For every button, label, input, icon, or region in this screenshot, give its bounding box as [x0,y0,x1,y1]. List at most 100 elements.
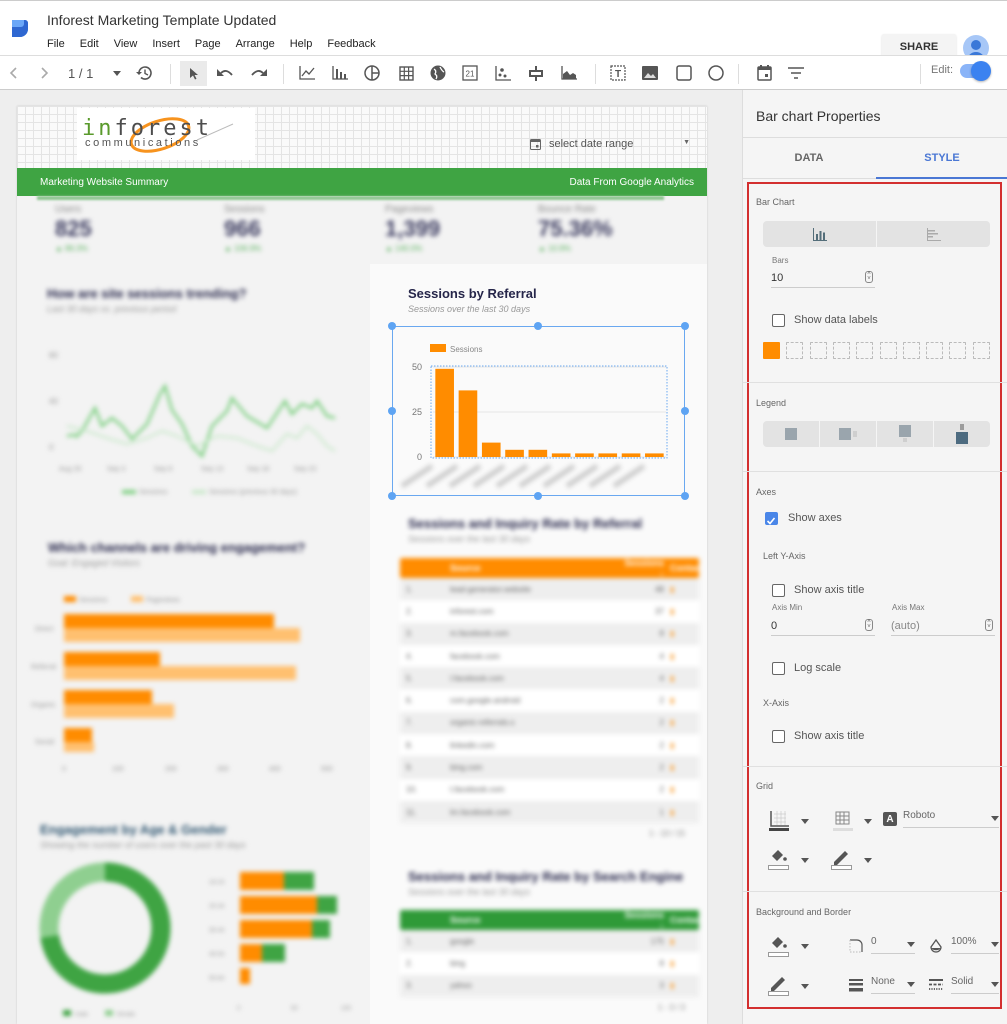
date-range-icon[interactable] [754,62,774,84]
table-row[interactable]: 5. l.facebook.com 4 ▮ [400,667,699,690]
series-color-swatch[interactable] [902,342,920,359]
series-color-swatch[interactable] [856,342,874,359]
series-color-swatch[interactable] [926,342,944,359]
stepper-icon[interactable]: ˄ ˅ [865,271,873,283]
legend-bottom-option[interactable] [877,421,934,447]
search-engine-table[interactable]: Source Sessions ↓ Contact 1. google 175 ▮ 2.… [400,910,704,1017]
axis-color-icon[interactable] [768,810,790,832]
background-fill-icon[interactable] [768,935,790,957]
resize-handle-n[interactable] [534,322,542,330]
show-axes-checkbox[interactable] [765,512,778,525]
font-family-dropdown[interactable]: Roboto [903,810,999,828]
column-header[interactable]: Sessions ↓ [620,910,670,930]
menu-edit[interactable]: Edit [80,38,99,50]
table-row[interactable]: 10. t.facebook.com 2 ▮ [400,778,699,801]
table-row[interactable]: 3. yahoo 3 ▮ [400,974,699,997]
referral-table[interactable]: Source Sessions ↓ Contact 1. lead-generat… [400,558,704,843]
circle-icon[interactable] [706,62,726,84]
horizontal-bars-option[interactable] [877,221,990,247]
axis-max-input[interactable]: (auto) ˄ ˅ [891,616,995,636]
resize-handle-se[interactable] [681,492,689,500]
resize-handle-sw[interactable] [388,492,396,500]
table-row[interactable]: 11. lm.facebook.com 1 ▮ [400,800,699,824]
menu-view[interactable]: View [114,38,138,50]
fill-color-icon[interactable] [768,848,790,870]
chevron-down-icon[interactable] [864,858,872,863]
page-indicator[interactable]: 1 / 1 [68,66,93,81]
table-pager[interactable]: 1 - 10 / 15 [400,823,699,843]
table-row[interactable]: 8. linkedin.com 2 ▮ [400,734,699,757]
menu-help[interactable]: Help [290,38,313,50]
chevron-down-icon[interactable] [801,944,809,949]
chevron-down-icon[interactable] [801,858,809,863]
series-color-swatch[interactable] [763,342,780,359]
chevron-down-icon[interactable] [801,984,809,989]
bars-count-input[interactable]: 10 ˄ ˅ [771,268,875,288]
age-bar-chart[interactable]: 18-24 25-34 35-44 45-54 55-64 0 50 100 [207,870,372,1020]
menu-file[interactable]: File [47,38,65,50]
scatter-chart-icon[interactable] [493,62,513,84]
log-scale-checkbox[interactable] [772,662,785,675]
column-header[interactable]: Source [450,915,620,925]
gender-donut-chart[interactable]: male female [35,858,175,1018]
show-data-labels-checkbox[interactable] [772,314,785,327]
kpi-bounce-rate[interactable]: Bounce Rate 75.36% ▲ 10.9% [538,204,668,264]
kpi-sessions[interactable]: Sessions 966 ▲ 106.9% [224,204,354,264]
series-color-swatch[interactable] [949,342,967,359]
legend-right-option[interactable] [820,421,877,447]
menu-insert[interactable]: Insert [152,38,180,50]
series-color-swatch[interactable] [809,342,827,359]
date-range-control[interactable]: select date range ▼ [530,135,690,153]
scorecard-icon[interactable]: 21 [460,62,480,84]
legend-none-option[interactable] [763,421,820,447]
page-dropdown-icon[interactable] [111,62,123,84]
redo-icon[interactable] [248,62,270,84]
chevron-down-icon[interactable] [864,819,872,824]
table-row[interactable]: 6. com.google.android 2 ▮ [400,689,699,712]
summary-banner[interactable]: Marketing Website Summary Data From Goog… [17,168,707,196]
series-color-swatch[interactable] [786,342,804,359]
stepper-icon[interactable]: ˄ ˅ [865,619,873,631]
table-row[interactable]: 1. lead-generator.website 48 ▮ [400,578,699,601]
table-row[interactable]: 9. bing.com 2 ▮ [400,756,699,779]
border-weight-dropdown[interactable]: None [871,976,915,994]
table-icon[interactable] [396,62,416,84]
series-color-swatch[interactable] [832,342,850,359]
axis-min-input[interactable]: 0 ˄ ˅ [771,616,875,636]
resize-handle-nw[interactable] [388,322,396,330]
bullet-chart-icon[interactable] [526,62,546,84]
column-header[interactable]: Source [450,563,620,573]
border-style-dropdown[interactable]: Solid [951,976,999,994]
table-row[interactable]: 2. bing 8 ▮ [400,952,699,975]
table-row[interactable]: 3. m.facebook.com 8 ▮ [400,622,699,645]
time-series-icon[interactable] [297,62,317,84]
undo-icon[interactable] [214,62,236,84]
back-icon[interactable] [6,62,22,84]
document-title[interactable]: Inforest Marketing Template Updated [47,12,276,28]
line-color-icon[interactable] [831,848,853,870]
vertical-bars-option[interactable] [763,221,877,247]
menu-page[interactable]: Page [195,38,221,50]
table-row[interactable]: 7. organic-referrals.s 2 ▮ [400,711,699,735]
resize-handle-w[interactable] [388,407,396,415]
history-icon[interactable] [133,62,153,84]
table-row[interactable]: 1. google 175 ▮ [400,930,699,953]
resize-handle-ne[interactable] [681,322,689,330]
table-row[interactable]: 2. inforest.com 37 ▮ [400,600,699,623]
text-icon[interactable]: T [608,62,628,84]
left-y-show-axis-title-checkbox[interactable] [772,584,785,597]
border-radius-dropdown[interactable]: 0 [871,936,915,954]
opacity-dropdown[interactable]: 100% [951,936,999,954]
rectangle-icon[interactable] [674,62,694,84]
image-icon[interactable] [640,62,660,84]
legend-top-option[interactable] [934,421,990,447]
border-color-icon[interactable] [768,974,790,996]
resize-handle-s[interactable] [534,492,542,500]
bar-chart-icon[interactable] [330,62,350,84]
column-header[interactable]: Contact [670,915,704,925]
series-color-swatch[interactable] [879,342,897,359]
resize-handle-e[interactable] [681,407,689,415]
select-icon[interactable] [180,61,207,86]
brand-logo[interactable]: ininforestforest communications [77,108,255,160]
column-header[interactable]: Contact [670,563,704,573]
